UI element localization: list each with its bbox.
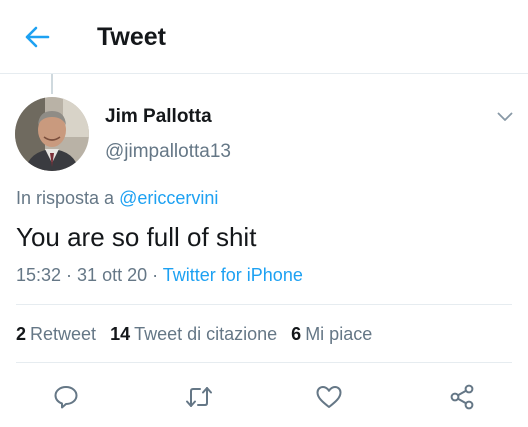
retweet-icon (186, 387, 212, 407)
tweet-text: You are so full of shit (16, 222, 257, 252)
tweet-meta: 15:32 · 31 ott 20 · Twitter for iPhone (16, 264, 303, 286)
avatar-photo (15, 97, 89, 171)
tweet-stats: 2 Retweet 14 Tweet di citazione 6 Mi piace (16, 323, 386, 345)
reply-prefix: In risposta a (16, 188, 120, 208)
reply-mention-link[interactable]: @ericcervini (119, 188, 218, 208)
likes-stat[interactable]: 6 Mi piace (291, 323, 372, 345)
author-handle[interactable]: @jimpallotta13 (105, 141, 231, 163)
tweet-time: 15:32 (16, 265, 62, 285)
heart-icon (316, 386, 342, 408)
likes-count: 6 (291, 324, 302, 344)
meta-separator: · (61, 265, 78, 285)
likes-label: Mi piace (305, 324, 373, 344)
author-name[interactable]: Jim Pallotta (105, 106, 212, 128)
reply-icon (54, 386, 78, 409)
quotes-stat[interactable]: 14 Tweet di citazione (110, 323, 277, 345)
divider (16, 304, 512, 305)
retweets-label: Retweet (30, 324, 97, 344)
quotes-label: Tweet di citazione (134, 324, 278, 344)
retweet-button[interactable] (184, 382, 214, 412)
arrow-left-icon (25, 26, 50, 48)
divider (16, 362, 512, 363)
reply-button[interactable] (51, 382, 81, 412)
like-button[interactable] (314, 382, 344, 412)
share-button[interactable] (447, 382, 477, 412)
share-icon (450, 384, 474, 410)
retweets-count: 2 (16, 324, 27, 344)
meta-separator: · (147, 265, 163, 285)
back-button[interactable] (20, 22, 54, 52)
tweet-menu-button[interactable] (495, 108, 515, 126)
quotes-count: 14 (110, 324, 131, 344)
avatar[interactable] (15, 97, 89, 171)
tweet-source-link[interactable]: Twitter for iPhone (163, 265, 303, 285)
retweets-stat[interactable]: 2 Retweet (16, 323, 96, 345)
page-title: Tweet (97, 23, 166, 51)
thread-connector-line (51, 74, 53, 94)
chevron-down-icon (497, 112, 513, 121)
reply-context: In risposta a @ericcervini (16, 187, 218, 209)
app-header: Tweet (0, 0, 528, 74)
tweet-date: 31 ott 20 (77, 265, 148, 285)
